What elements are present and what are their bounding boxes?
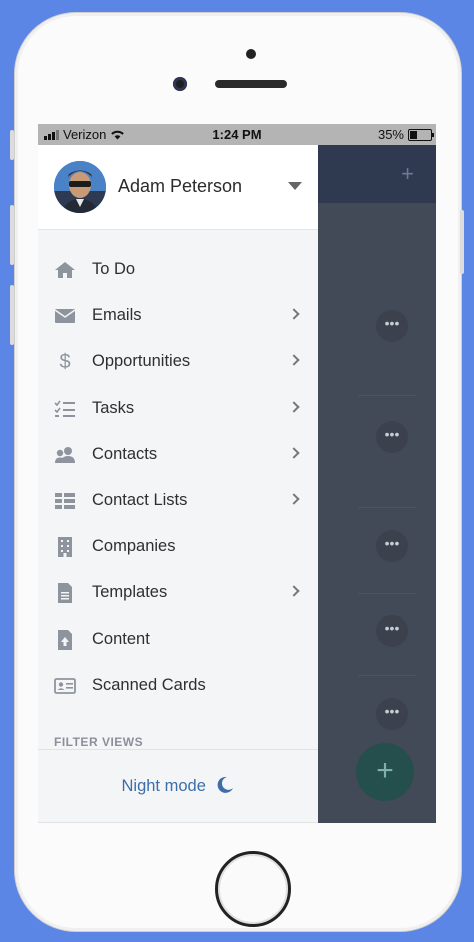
envelope-icon — [54, 306, 76, 326]
checklist-icon — [54, 399, 76, 419]
row-action-button[interactable]: ••• — [376, 530, 408, 562]
menu-item-label: Companies — [92, 537, 176, 556]
list-icon — [54, 491, 76, 511]
navigation-drawer: Adam Peterson To Do Emails $ Opportuniti… — [38, 145, 318, 823]
volume-up-button — [10, 205, 14, 265]
menu-item-to-do[interactable]: To Do — [38, 247, 318, 293]
dropdown-caret-icon[interactable] — [288, 182, 302, 190]
clock: 1:24 PM — [212, 127, 262, 142]
battery-fill — [410, 130, 417, 139]
profile-name: Adam Peterson — [118, 176, 243, 196]
moon-icon — [216, 776, 234, 799]
chevron-right-icon — [288, 493, 300, 505]
avatar[interactable] — [54, 161, 106, 213]
menu-item-contacts[interactable]: Contacts — [38, 432, 318, 478]
menu-item-label: Templates — [92, 583, 168, 602]
chevron-right-icon — [288, 585, 300, 597]
people-icon — [54, 445, 76, 465]
file-upload-icon — [54, 629, 76, 650]
menu-item-label: Tasks — [92, 398, 135, 417]
menu-item-opportunities[interactable]: $ Opportunities — [38, 339, 318, 385]
menu-item-content[interactable]: Content — [38, 617, 318, 663]
battery-icon — [408, 128, 434, 141]
home-icon — [54, 260, 76, 280]
row-action-button[interactable]: ••• — [376, 310, 408, 342]
drawer-menu: To Do Emails $ Opportunities Tasks Conta… — [38, 247, 318, 709]
menu-item-label: Scanned Cards — [92, 675, 206, 694]
menu-item-emails[interactable]: Emails — [38, 293, 318, 339]
filter-views-heading: FILTER VIEWS — [54, 735, 144, 749]
volume-down-button — [10, 285, 14, 345]
menu-item-label: Contacts — [92, 444, 158, 463]
building-icon — [54, 537, 76, 558]
id-card-icon — [54, 676, 76, 696]
menu-item-contact-lists[interactable]: Contact Lists — [38, 478, 318, 524]
front-sensor — [246, 49, 256, 59]
menu-item-label: Content — [92, 629, 150, 648]
document-icon — [54, 583, 76, 604]
menu-item-label: Opportunities — [92, 352, 191, 371]
battery-percent: 35% — [377, 127, 404, 142]
menu-item-label: To Do — [92, 260, 136, 278]
row-divider — [358, 675, 416, 676]
plus-icon[interactable]: + — [401, 161, 414, 187]
row-action-button[interactable]: ••• — [376, 615, 408, 647]
dimmed-main-screen[interactable]: + ••• ••• ••• ••• ••• + — [318, 145, 436, 823]
main-top-bar: + — [318, 145, 436, 203]
menu-item-scanned-cards[interactable]: Scanned Cards — [38, 663, 318, 709]
chevron-right-icon — [288, 400, 300, 413]
row-divider — [358, 507, 416, 508]
menu-item-companies[interactable]: Companies — [38, 524, 318, 570]
row-divider — [358, 395, 416, 396]
status-bar: Verizon 1:24 PM 35% — [38, 124, 436, 145]
divider — [38, 822, 318, 823]
earpiece-speaker — [215, 80, 287, 88]
row-action-button[interactable]: ••• — [376, 698, 408, 730]
night-mode-toggle[interactable]: Night mode — [38, 776, 318, 799]
chevron-right-icon — [288, 447, 300, 459]
add-fab-button[interactable]: + — [356, 743, 414, 801]
row-action-button[interactable]: ••• — [376, 421, 408, 453]
mute-switch — [10, 130, 14, 160]
battery-status: 35% — [377, 127, 434, 142]
front-camera — [173, 77, 187, 91]
chevron-right-icon — [288, 354, 300, 367]
row-divider — [358, 593, 416, 594]
menu-item-label: Emails — [92, 306, 142, 325]
menu-item-tasks[interactable]: Tasks — [38, 386, 318, 432]
profile-header[interactable]: Adam Peterson — [38, 145, 318, 230]
divider — [38, 749, 318, 750]
night-mode-label: Night mode — [121, 777, 206, 795]
dollar-icon: $ — [59, 351, 71, 374]
screen: Verizon 1:24 PM 35% + ••• ••• ••• ••• ••… — [38, 124, 436, 823]
home-button[interactable] — [215, 851, 291, 927]
menu-item-label: Contact Lists — [92, 490, 188, 509]
chevron-right-icon — [288, 308, 300, 320]
power-button — [460, 210, 464, 274]
menu-item-templates[interactable]: Templates — [38, 570, 318, 616]
